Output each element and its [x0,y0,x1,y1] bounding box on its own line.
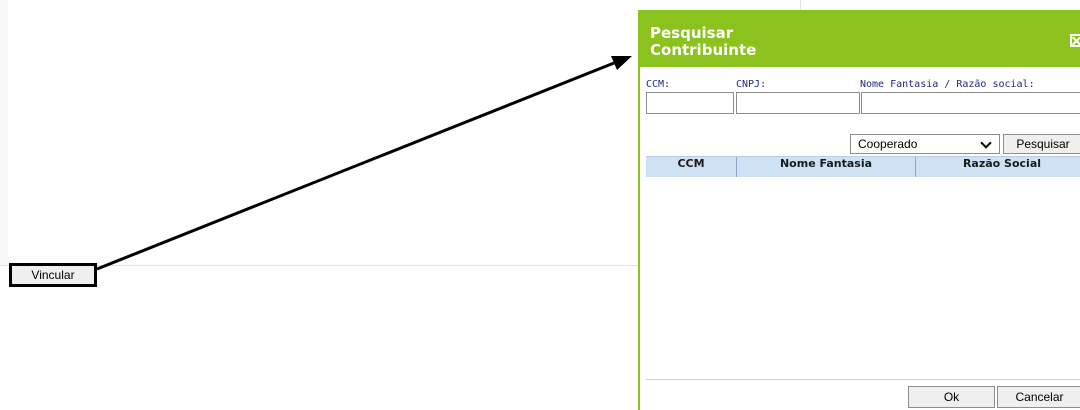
results-table-header: CCM Nome Fantasia Razão Social [646,156,1080,178]
search-button[interactable]: Pesquisar [1003,134,1080,154]
dialog-title: Pesquisar Contribuinte [650,25,810,59]
dialog-header: Pesquisar Contribuinte [640,10,1080,67]
dialog-title-line2: Contribuinte [650,41,757,59]
ccm-input[interactable] [646,92,734,114]
ccm-label: CCM: [646,79,671,90]
column-header-razao-social: Razão Social [962,157,1042,170]
type-select[interactable]: Cooperado [850,134,1000,154]
column-header-nome-fantasia: Nome Fantasia [779,157,873,170]
chevron-down-icon [980,137,992,149]
nome-razao-input[interactable] [861,92,1080,114]
type-select-value: Cooperado [858,137,918,151]
dialog-title-line1: Pesquisar [650,24,734,42]
cnpj-input[interactable] [736,92,860,114]
cnpj-label: CNPJ: [736,79,767,90]
results-table-body [646,177,1080,380]
close-icon[interactable] [1070,34,1080,47]
search-taxpayer-dialog: Pesquisar Contribuinte CCM: CNPJ: Nome F… [638,10,1080,410]
column-header-ccm: CCM [677,157,705,170]
vincular-button[interactable]: Vincular [9,263,97,287]
nome-razao-label: Nome Fantasia / Razão social: [860,79,1035,90]
